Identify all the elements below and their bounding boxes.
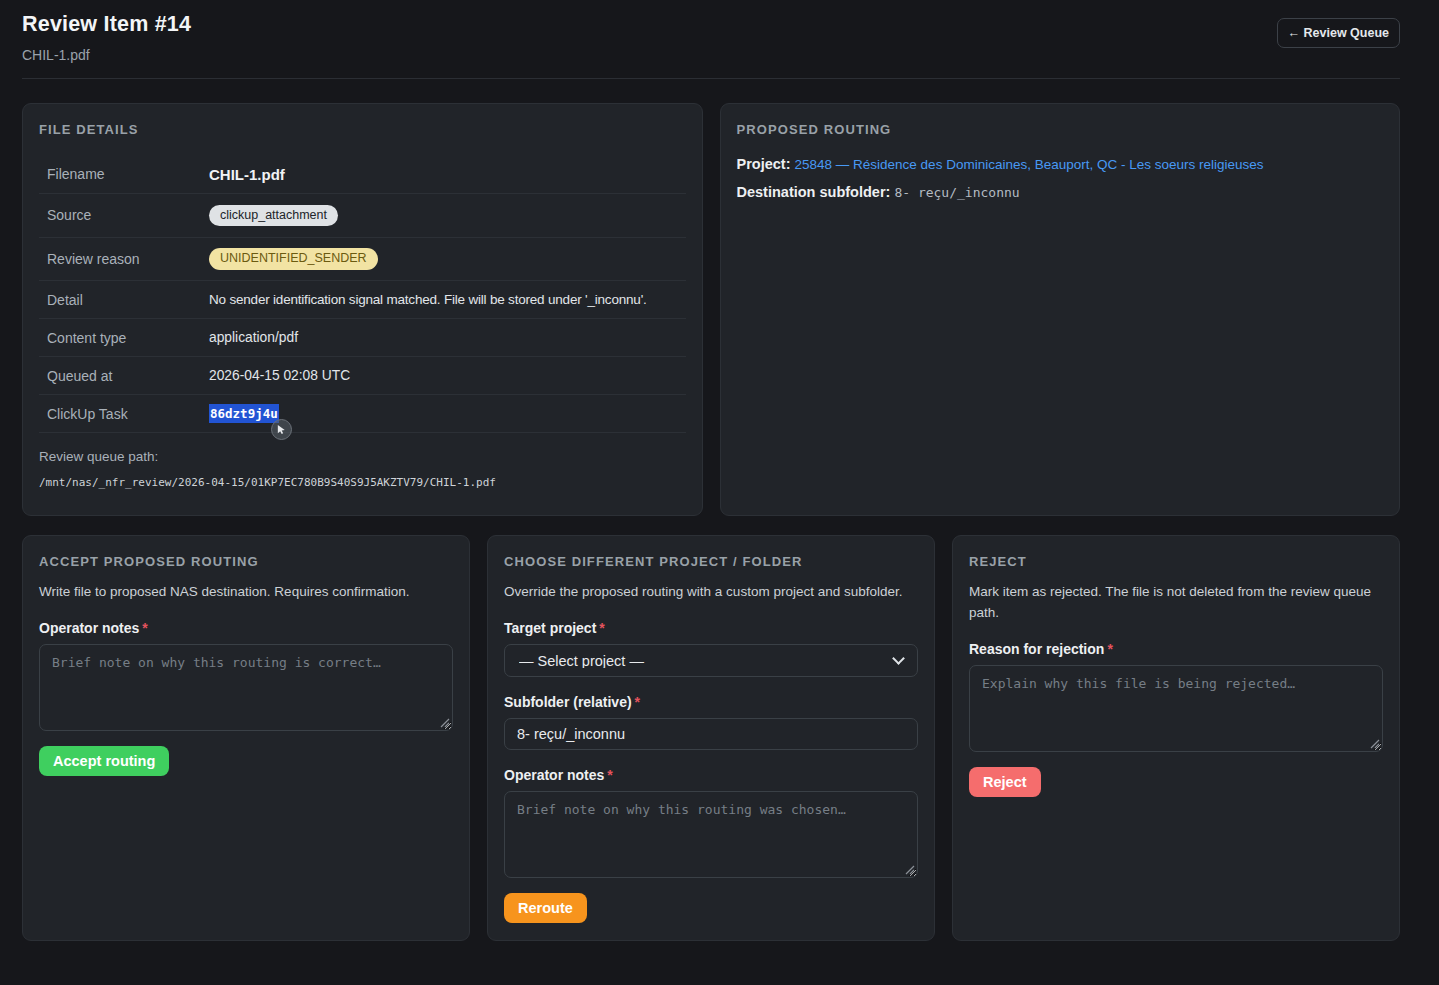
row-label: Content type [47,330,209,346]
reject-card: REJECT Mark item as rejected. The file i… [952,535,1400,941]
reroute-notes-textarea[interactable] [504,791,918,878]
target-project-select-wrap: — Select project — [504,644,918,677]
review-item-page: Review Item #14 CHIL-1.pdf ← Review Queu… [0,0,1439,961]
reroute-heading: CHOOSE DIFFERENT PROJECT / FOLDER [504,554,918,569]
queue-path-label: Review queue path: [39,449,686,464]
required-asterisk: * [1107,641,1112,657]
target-project-select[interactable]: — Select project — [504,644,918,677]
content-type-value: application/pdf [209,330,686,345]
file-details-card: FILE DETAILS Filename CHIL-1.pdf Source … [22,103,703,516]
table-row-filename: Filename CHIL-1.pdf [39,155,686,194]
reject-reason-label: Reason for rejection* [969,641,1383,657]
row-label: Source [47,207,209,223]
file-details-heading: FILE DETAILS [39,122,686,137]
required-asterisk: * [607,767,612,783]
accept-notes-label-text: Operator notes [39,620,139,636]
accept-notes-wrap [39,644,453,731]
accept-heading: ACCEPT PROPOSED ROUTING [39,554,453,569]
row-label: Filename [47,166,209,182]
table-row-detail: Detail No sender identification signal m… [39,281,686,319]
required-asterisk: * [142,620,147,636]
page-subtitle: CHIL-1.pdf [22,47,191,63]
target-project-label-text: Target project [504,620,596,636]
reject-description: Mark item as rejected. The file is not d… [969,582,1383,624]
action-cards-row: ACCEPT PROPOSED ROUTING Write file to pr… [22,535,1400,941]
table-row-review-reason: Review reason UNIDENTIFIED_SENDER [39,238,686,282]
header-divider [22,78,1400,79]
row-label: ClickUp Task [47,406,209,422]
proposed-routing-heading: PROPOSED ROUTING [737,122,1384,137]
source-badge: clickup_attachment [209,205,338,227]
reroute-button[interactable]: Reroute [504,893,587,923]
reroute-notes-label-text: Operator notes [504,767,604,783]
required-asterisk: * [635,694,640,710]
reroute-notes-label: Operator notes* [504,767,918,783]
reroute-notes-wrap [504,791,918,878]
filename-value: CHIL-1.pdf [209,166,686,183]
table-row-source: Source clickup_attachment [39,194,686,238]
reject-reason-textarea[interactable] [969,665,1383,752]
detail-value: No sender identification signal matched.… [209,292,686,307]
reject-reason-label-text: Reason for rejection [969,641,1104,657]
row-label: Review reason [47,251,209,267]
review-reason-value: UNIDENTIFIED_SENDER [209,248,686,270]
destination-line: Destination subfolder: 8- reçu/_inconnu [737,184,1384,200]
table-row-clickup-task: ClickUp Task 86dzt9j4u [39,395,686,433]
clickup-task-id[interactable]: 86dzt9j4u [209,404,279,423]
file-details-table: Filename CHIL-1.pdf Source clickup_attac… [39,155,686,433]
review-reason-badge: UNIDENTIFIED_SENDER [209,248,378,270]
top-cards-row: FILE DETAILS Filename CHIL-1.pdf Source … [22,103,1400,516]
table-row-content-type: Content type application/pdf [39,319,686,357]
subfolder-input[interactable] [504,718,918,750]
required-asterisk: * [599,620,604,636]
accept-routing-card: ACCEPT PROPOSED ROUTING Write file to pr… [22,535,470,941]
page-header: Review Item #14 CHIL-1.pdf ← Review Queu… [22,12,1400,63]
row-label: Queued at [47,368,209,384]
accept-routing-button[interactable]: Accept routing [39,746,169,776]
proposed-routing-card: PROPOSED ROUTING Project: 25848 — Réside… [720,103,1401,516]
table-row-queued-at: Queued at 2026-04-15 02:08 UTC [39,357,686,395]
accept-description: Write file to proposed NAS destination. … [39,582,453,603]
destination-subfolder-value: 8- reçu/_inconnu [894,185,1019,200]
reroute-description: Override the proposed routing with a cus… [504,582,918,603]
review-queue-back-button[interactable]: ← Review Queue [1277,18,1400,48]
reroute-card: CHOOSE DIFFERENT PROJECT / FOLDER Overri… [487,535,935,941]
subfolder-label: Subfolder (relative)* [504,694,918,710]
row-label: Detail [47,292,209,308]
reject-reason-wrap [969,665,1383,752]
destination-subfolder-label: Destination subfolder: [737,184,891,200]
subfolder-label-text: Subfolder (relative) [504,694,632,710]
clickup-task-value: 86dzt9j4u [209,406,686,421]
queued-at-value: 2026-04-15 02:08 UTC [209,368,686,383]
cursor-icon [271,419,292,440]
accept-notes-textarea[interactable] [39,644,453,731]
project-link[interactable]: 25848 — Résidence des Dominicaines, Beau… [795,157,1264,172]
queue-path-value: /mnt/nas/_nfr_review/2026-04-15/01KP7EC7… [39,476,686,489]
accept-notes-label: Operator notes* [39,620,453,636]
target-project-label: Target project* [504,620,918,636]
reject-button[interactable]: Reject [969,767,1041,797]
source-value: clickup_attachment [209,205,686,227]
project-label: Project: [737,156,791,172]
page-title: Review Item #14 [22,12,191,37]
reject-heading: REJECT [969,554,1383,569]
header-titles: Review Item #14 CHIL-1.pdf [22,12,191,63]
project-line: Project: 25848 — Résidence des Dominicai… [737,156,1384,172]
